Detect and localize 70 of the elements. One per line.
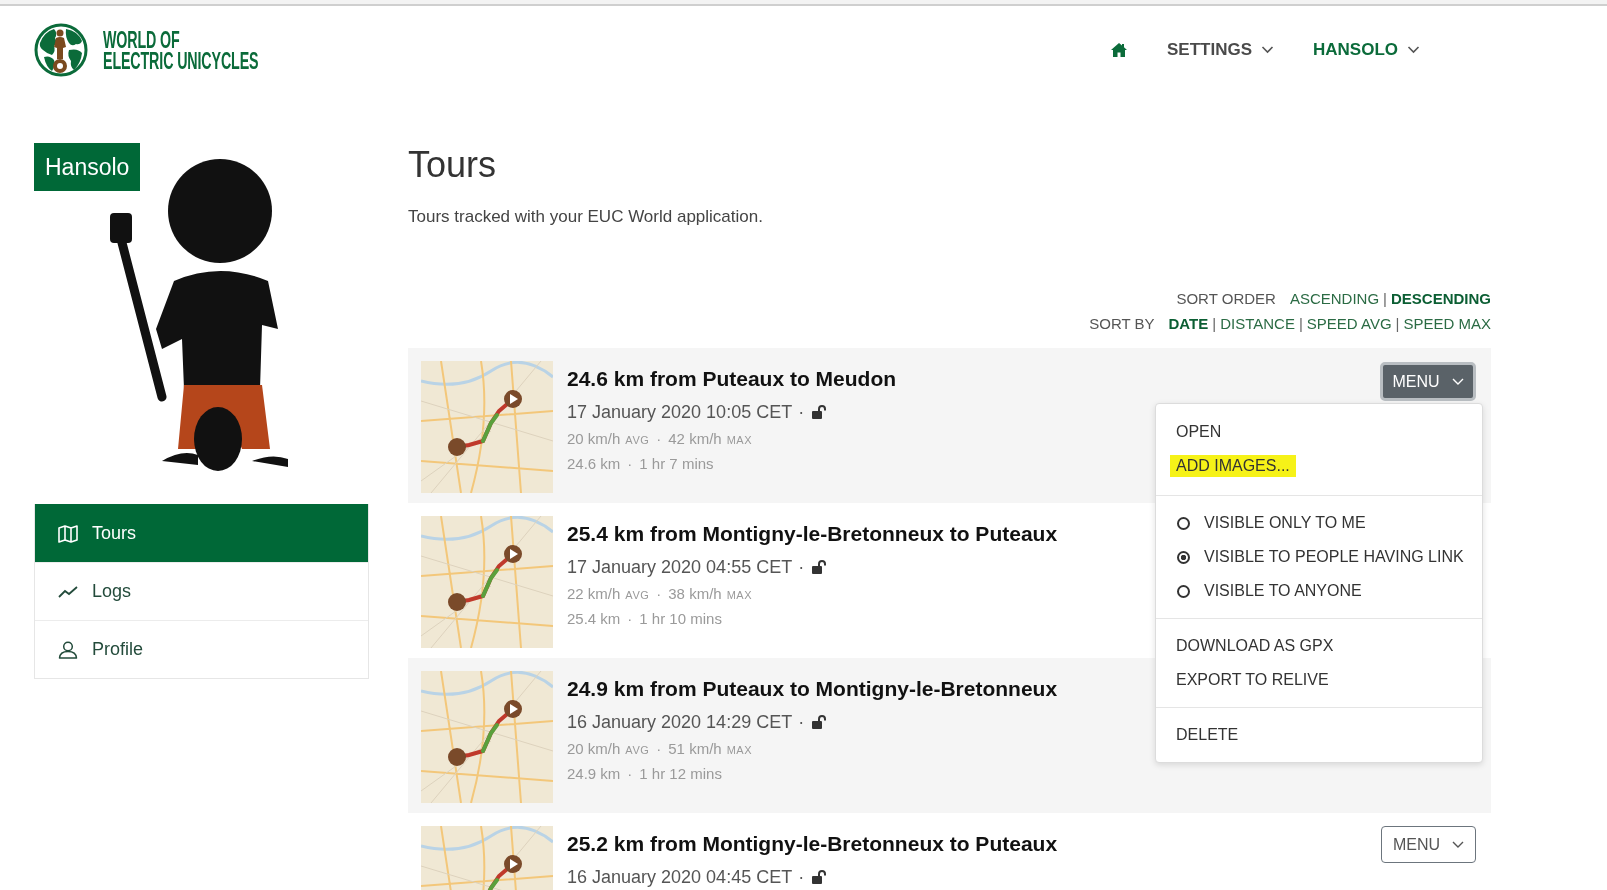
separator: · (656, 739, 662, 759)
separator: · (656, 584, 662, 604)
route-map-drawing[interactable] (421, 361, 553, 493)
distance: 24.6 km (567, 454, 621, 474)
separator: · (656, 429, 662, 449)
menu-item[interactable]: DELETE (1170, 718, 1245, 752)
distance: 25.4 km (567, 609, 621, 629)
menu-item[interactable]: DOWNLOAD AS GPX (1170, 629, 1340, 663)
average-speed: 20 km/h AVG (567, 429, 650, 449)
menu-item[interactable]: ADD IMAGES... (1170, 455, 1296, 477)
separator: · (627, 764, 633, 784)
chevron-down-icon (1452, 840, 1465, 849)
menu-button[interactable]: MENU (1381, 826, 1476, 863)
sort-option[interactable]: DISTANCE (1220, 311, 1295, 336)
tour-title[interactable]: 24.6 km from Puteaux to Meudon (567, 365, 1380, 393)
globe-logo-icon (34, 23, 88, 77)
logo-text: WORLD OF ELECTRIC UNICYCLES (103, 28, 259, 72)
separator: | (1383, 289, 1387, 309)
sort-option[interactable]: SPEED MAX (1403, 311, 1491, 336)
user-icon (58, 640, 78, 659)
max-speed: 38 km/h MAX (668, 584, 752, 604)
tour-date: 16 January 2020 14:29 CET (567, 711, 793, 733)
average-speed: 20 km/h AVG (567, 739, 650, 759)
menu-item[interactable]: OPEN (1170, 415, 1228, 449)
tour-date: 17 January 2020 04:55 CET (567, 556, 793, 578)
page-subtitle: Tours tracked with your EUC World application. (408, 206, 764, 228)
separator: · (627, 454, 633, 474)
sort-option[interactable]: ASCENDING (1289, 286, 1380, 311)
sidebar-item[interactable]: Logs (35, 562, 368, 620)
sort-option[interactable]: SPEED AVG (1306, 311, 1392, 336)
sort-label: SORT BY (1089, 314, 1155, 334)
separator: · (798, 866, 805, 888)
sort-option[interactable]: DATE (1168, 311, 1209, 336)
separator: · (627, 609, 633, 629)
menu-button[interactable]: MENU (1380, 362, 1476, 401)
tour-date: 17 January 2020 10:05 CET (567, 401, 793, 423)
map-icon (58, 524, 78, 543)
sidebar-item[interactable]: Profile (35, 620, 368, 678)
separator: · (798, 401, 805, 423)
duration: 1 hr 7 mins (639, 454, 714, 474)
max-speed: 42 km/h MAX (668, 429, 752, 449)
sort-option[interactable]: DESCENDING (1391, 286, 1491, 311)
chevron-down-icon (1261, 46, 1274, 54)
route-map-drawing[interactable] (421, 516, 553, 648)
visibility-option[interactable]: VISIBLE TO ANYONE (1170, 574, 1368, 608)
separator: | (1212, 314, 1217, 334)
chevron-down-icon (1451, 377, 1464, 386)
visibility-option[interactable]: VISIBLE ONLY TO ME (1170, 506, 1372, 540)
tour-title[interactable]: 25.2 km from Montigny-le-Bretonneux to Puteaux (567, 830, 1381, 858)
separator: | (1395, 314, 1400, 334)
route-map-drawing[interactable] (421, 671, 553, 803)
duration: 1 hr 12 mins (639, 764, 722, 784)
separator: · (798, 556, 805, 578)
home-icon[interactable] (1111, 43, 1127, 57)
sort-label: SORT ORDER (1176, 289, 1276, 309)
nav-menu-button[interactable]: HANSOLO (1313, 40, 1420, 60)
menu-item[interactable]: EXPORT TO RELIVE (1170, 663, 1335, 697)
username-badge: Hansolo (34, 143, 141, 191)
max-speed: 51 km/h MAX (668, 739, 752, 759)
average-speed: 22 km/h AVG (567, 584, 650, 604)
page-title: Tours (408, 143, 498, 187)
distance: 24.9 km (567, 764, 621, 784)
separator: · (798, 711, 805, 733)
nav-menu-button[interactable]: SETTINGS (1167, 40, 1274, 60)
sidebar-item[interactable]: Tours (35, 504, 368, 562)
separator: | (1298, 314, 1303, 334)
chevron-down-icon (1407, 46, 1420, 54)
duration: 1 hr 10 mins (639, 609, 722, 629)
tour-date: 16 January 2020 04:45 CET (567, 866, 793, 888)
visibility-option[interactable]: VISIBLE TO PEOPLE HAVING LINK (1170, 540, 1470, 574)
